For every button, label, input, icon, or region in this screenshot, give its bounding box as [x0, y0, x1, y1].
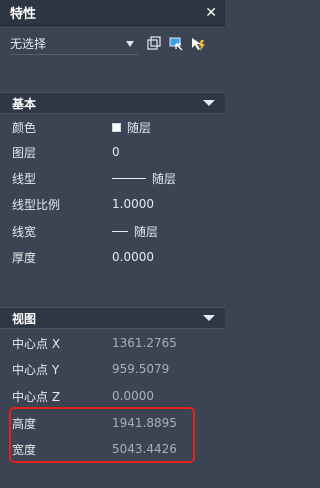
property-value: 1361.2765	[112, 336, 177, 350]
property-row-layer[interactable]: 图层 0	[0, 140, 225, 164]
property-row-color[interactable]: 颜色 随层	[0, 115, 225, 139]
property-value: 0.0000	[112, 389, 154, 403]
section-title: 基本	[12, 96, 37, 111]
lineweight-sample-icon	[112, 230, 128, 232]
highlight-box	[9, 407, 195, 463]
property-value[interactable]: 随层	[112, 170, 176, 187]
property-label: 图层	[12, 145, 37, 160]
panel-title: 特性	[10, 7, 37, 22]
linetype-sample-icon	[112, 177, 146, 179]
property-row-thickness[interactable]: 厚度 0.0000	[0, 245, 225, 269]
collapse-arrow-icon[interactable]	[203, 100, 215, 106]
close-icon[interactable]: ✕	[205, 5, 217, 21]
property-row-lineweight[interactable]: 线宽 随层	[0, 219, 225, 243]
section-header-view[interactable]: 视图	[0, 307, 225, 329]
property-row-center-x[interactable]: 中心点 X 1361.2765	[0, 331, 225, 355]
selection-row: 无选择	[0, 26, 225, 62]
property-label: 中心点 Z	[12, 389, 61, 404]
property-value[interactable]: 0	[112, 145, 120, 159]
toggle-pickadd-icon[interactable]	[190, 36, 206, 52]
section-header-basic[interactable]: 基本	[0, 92, 225, 114]
property-label: 中心点 X	[12, 336, 61, 351]
chevron-down-icon	[126, 40, 134, 47]
property-row-center-z[interactable]: 中心点 Z 0.0000	[0, 384, 225, 408]
property-value[interactable]: 0.0000	[112, 250, 154, 264]
property-label: 颜色	[12, 120, 37, 135]
property-label: 线宽	[12, 224, 37, 239]
property-row-linetype-scale[interactable]: 线型比例 1.0000	[0, 192, 225, 216]
property-label: 线型比例	[12, 197, 61, 212]
selection-dropdown[interactable]: 无选择	[10, 33, 138, 55]
property-value[interactable]: 1.0000	[112, 197, 154, 211]
property-label: 线型	[12, 171, 37, 186]
property-row-linetype[interactable]: 线型 随层	[0, 166, 225, 190]
property-label: 厚度	[12, 250, 37, 265]
collapse-arrow-icon[interactable]	[203, 315, 215, 321]
toolbar	[146, 36, 206, 52]
property-label: 中心点 Y	[12, 362, 60, 377]
select-objects-icon[interactable]	[146, 36, 162, 52]
property-value: 959.5079	[112, 362, 170, 376]
property-value[interactable]: 随层	[112, 223, 158, 240]
section-title: 视图	[12, 311, 37, 326]
quick-select-icon[interactable]	[168, 36, 184, 52]
property-value[interactable]: 随层	[112, 119, 151, 136]
panel-titlebar: 特性 ✕	[0, 0, 225, 26]
color-swatch-icon	[112, 122, 121, 132]
selection-value: 无选择	[10, 37, 47, 51]
property-row-center-y[interactable]: 中心点 Y 959.5079	[0, 357, 225, 381]
